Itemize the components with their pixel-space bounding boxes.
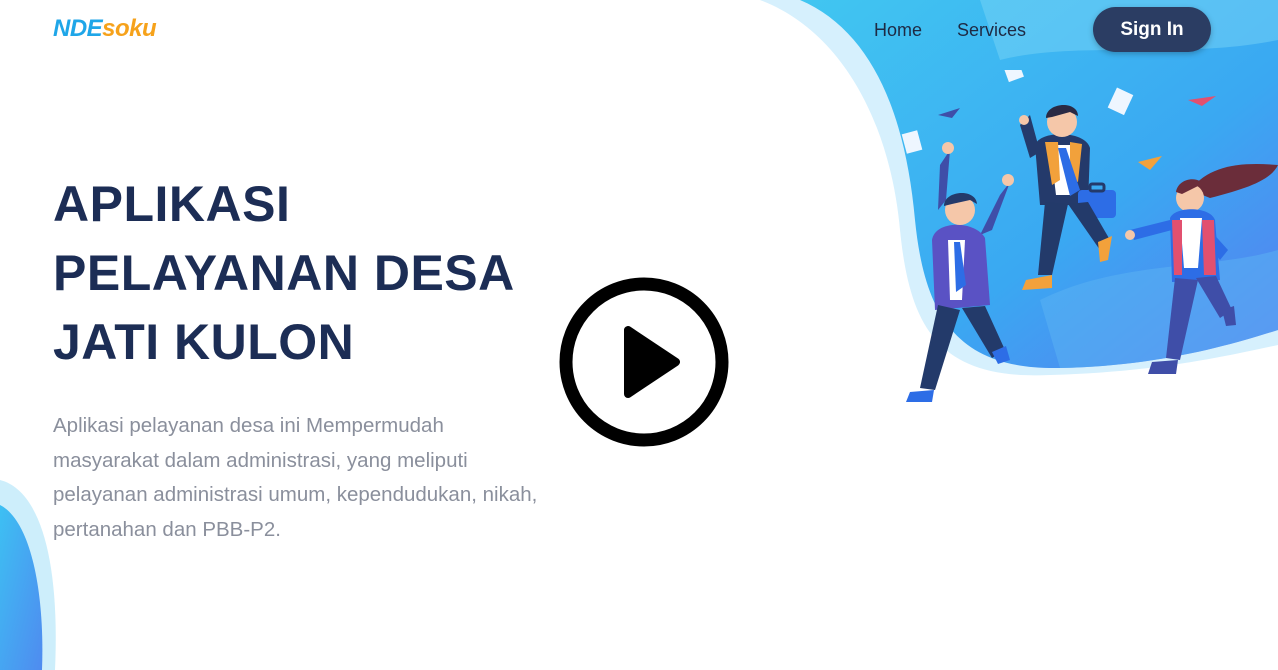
logo[interactable]: NDEsoku (53, 14, 157, 44)
landing-page: NDEsoku Home Services Sign In APLIKASI P… (0, 0, 1278, 670)
play-icon[interactable] (558, 276, 730, 448)
sign-in-button[interactable]: Sign In (1093, 7, 1211, 52)
person-middle (1019, 104, 1116, 290)
hero-description-line-2: masyarakat dalam administrasi, yang meli… (53, 448, 468, 472)
hero-description-line-4: pertanahan dan PBB-P2. (53, 517, 281, 541)
person-right (1125, 164, 1278, 374)
nav-link-home[interactable]: Home (874, 19, 922, 41)
business-people-celebrating-illustration (901, 70, 1278, 402)
logo-text-primary: NDE (53, 15, 103, 42)
person-left (906, 142, 1014, 402)
hero-description: Aplikasi pelayanan desa ini Mempermudah … (53, 409, 633, 547)
navbar: NDEsoku Home Services Sign In (0, 0, 1278, 60)
logo-text-accent: soku (102, 15, 157, 42)
hero-title: APLIKASI PELAYANAN DESA JATI KULON (53, 170, 573, 377)
hero-title-line-2: PELAYANAN DESA (53, 245, 515, 301)
hero-description-line-1: Aplikasi pelayanan desa ini Mempermudah (53, 414, 444, 437)
hero-title-line-1: APLIKASI (53, 176, 291, 232)
hero-description-line-3: pelayanan administrasi umum, kependuduka… (53, 483, 538, 506)
hero-title-line-3: JATI KULON (53, 314, 355, 370)
nav-link-services[interactable]: Services (957, 19, 1026, 41)
